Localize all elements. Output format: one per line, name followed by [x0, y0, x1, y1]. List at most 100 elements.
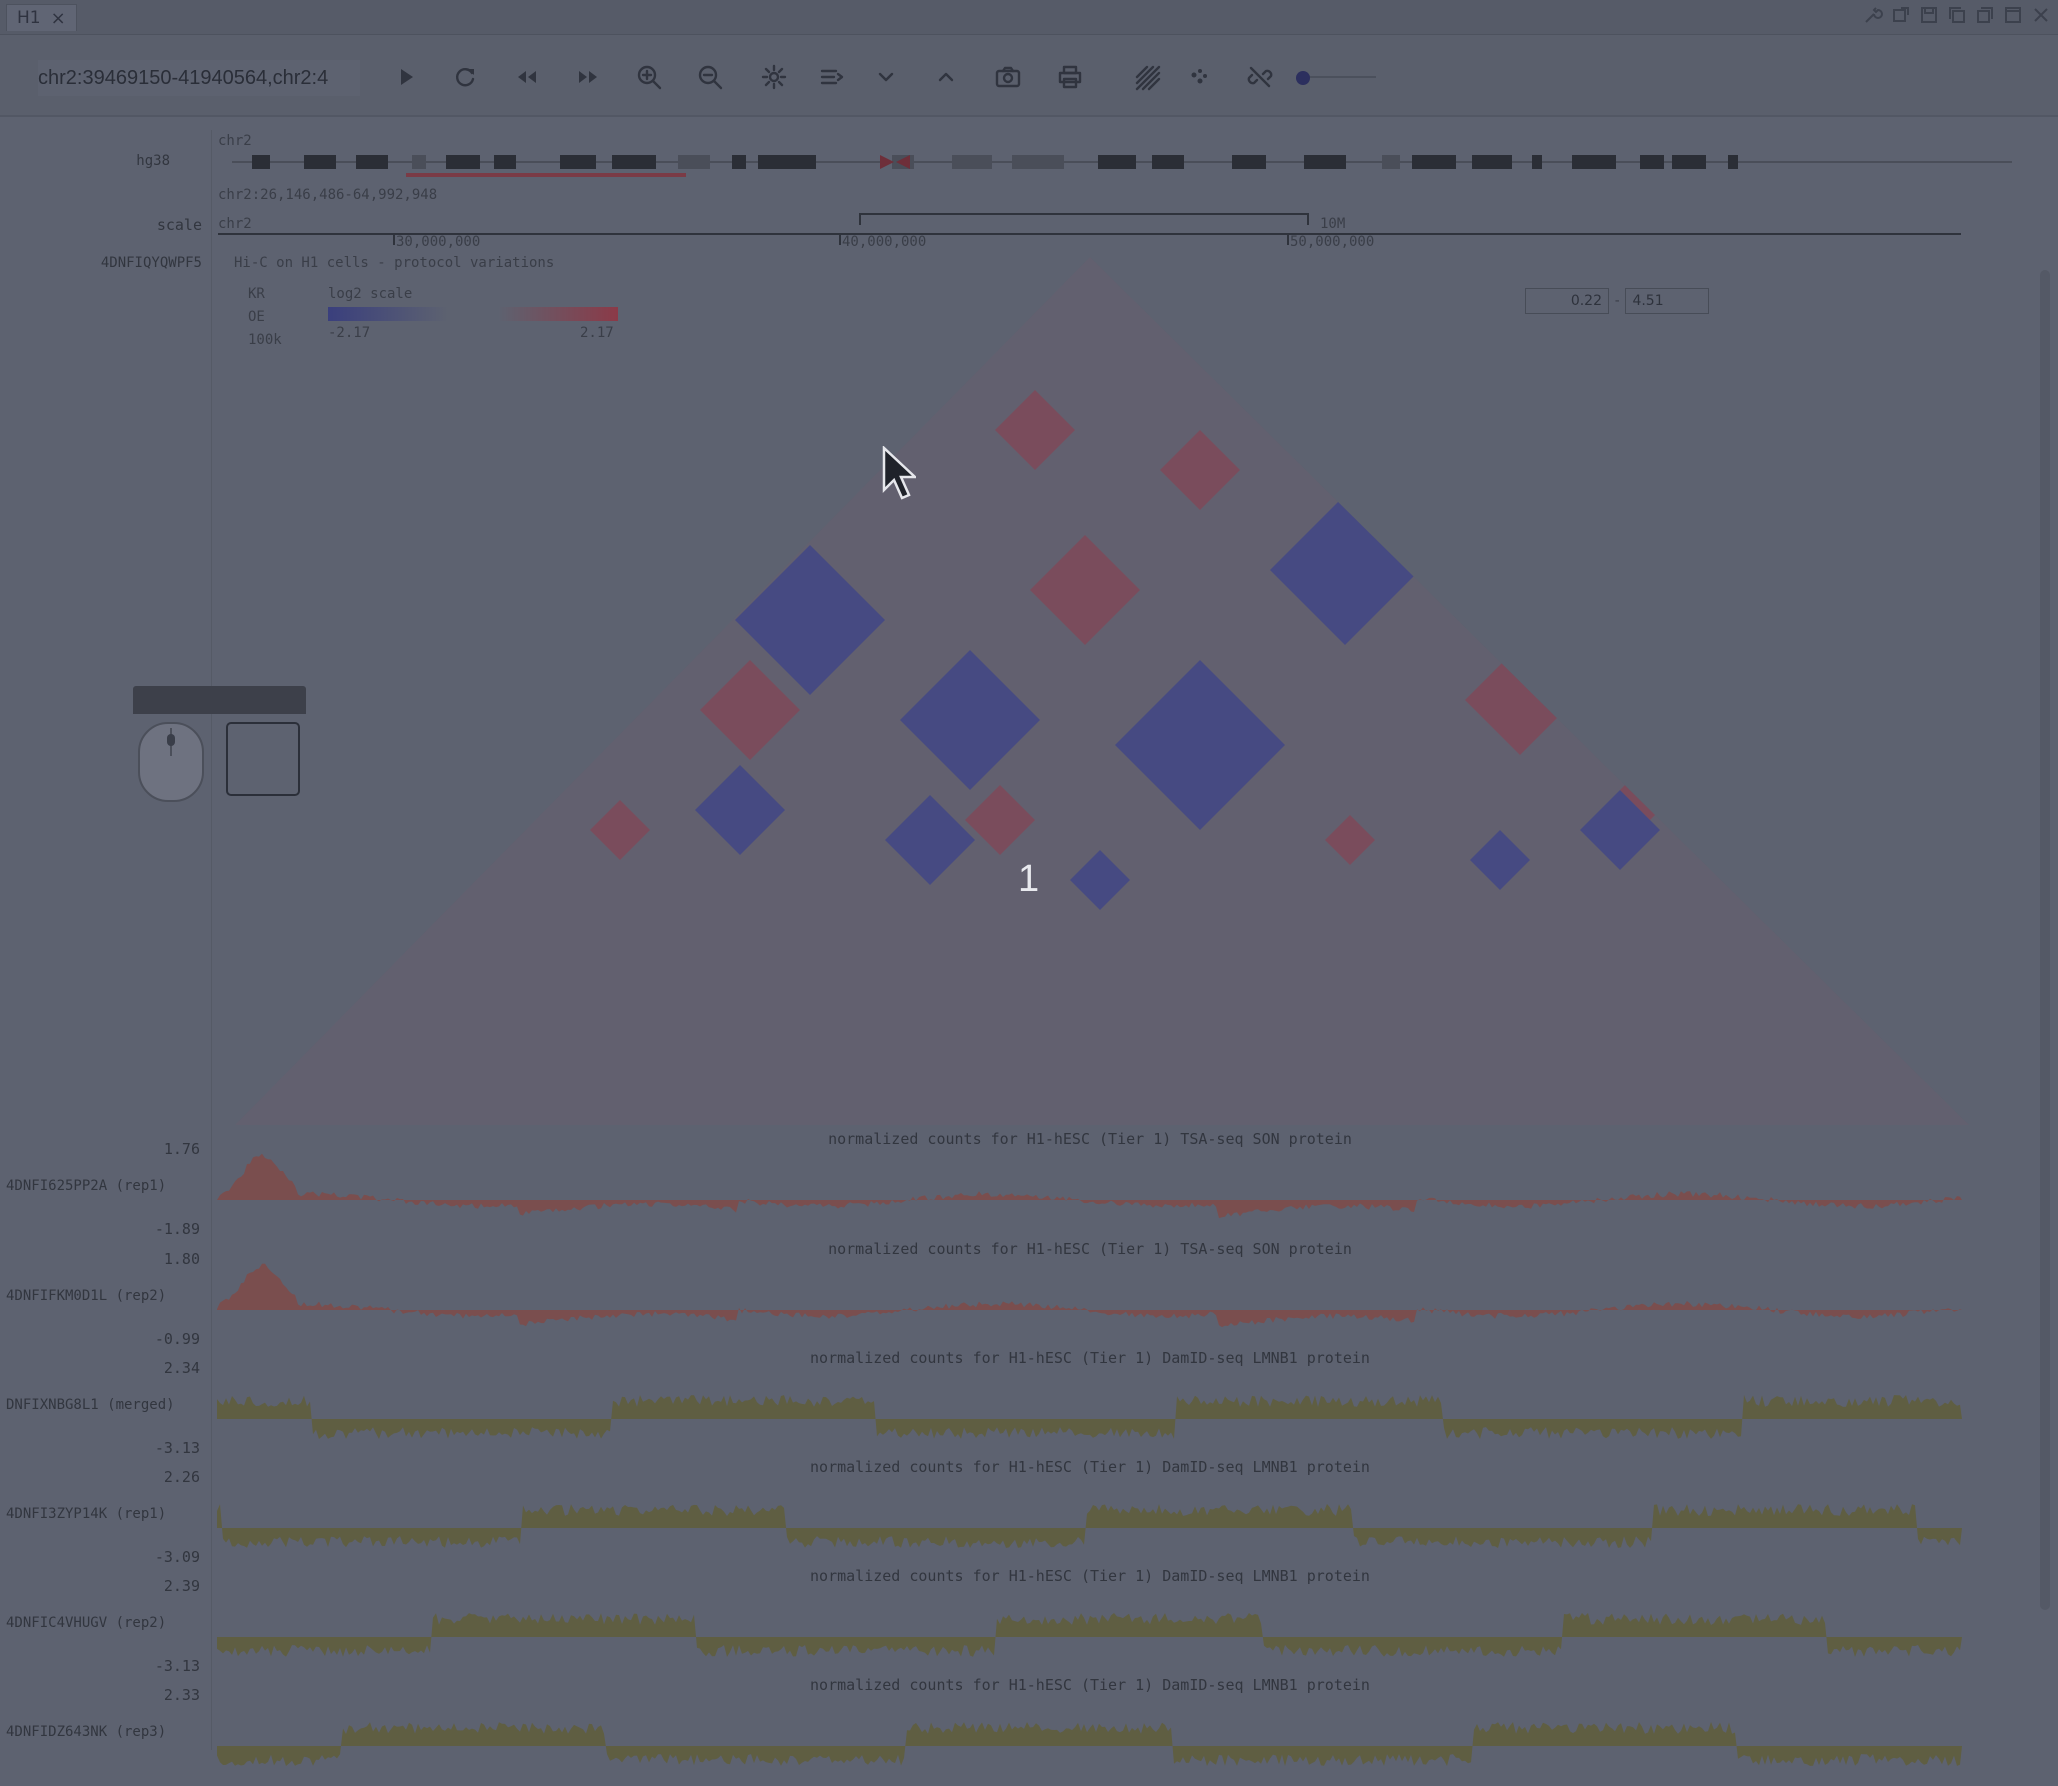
hint-header [133, 686, 306, 714]
signal-track[interactable]: normalized counts for H1-hESC (Tier 1) D… [0, 1567, 1980, 1677]
ideogram-band [1672, 155, 1706, 169]
signal-track-plot [217, 1504, 1962, 1548]
tab-close-icon[interactable]: × [51, 8, 66, 29]
scale-track-label: scale [156, 216, 202, 234]
vertical-scrollbar[interactable] [2040, 270, 2050, 1610]
signal-track-plot [217, 1613, 1962, 1657]
signal-track[interactable]: normalized counts for H1-hESC (Tier 1) D… [0, 1349, 1980, 1459]
location-search-input[interactable] [38, 60, 360, 96]
signal-track-max: 2.34 [163, 1359, 200, 1377]
print-icon[interactable] [1050, 57, 1090, 97]
duplicate-icon[interactable] [1974, 4, 1996, 26]
ideogram-band [1012, 155, 1064, 169]
step-number: 1 [1018, 858, 1040, 900]
zoom-slider-knob[interactable] [1296, 71, 1310, 85]
mouse-cursor-icon [882, 446, 916, 500]
signal-track-name: 4DNFIDZ643NK (rep3) [6, 1724, 167, 1740]
signal-track[interactable]: normalized counts for H1-hESC (Tier 1) T… [0, 1130, 1980, 1240]
chevron-down-icon[interactable] [866, 57, 906, 97]
scale-tick [839, 233, 841, 245]
ideogram-band [1412, 155, 1456, 169]
signal-track-max: 2.39 [163, 1577, 200, 1595]
hic-domain-block [810, 257, 930, 290]
signal-track-min: -3.13 [154, 1439, 200, 1457]
ideogram-band [1304, 155, 1346, 169]
hic-domain-block [450, 735, 540, 825]
signal-track-max: 2.33 [163, 1686, 200, 1704]
scale-tick [393, 233, 395, 245]
hic-domain-block [710, 257, 860, 405]
ideogram-band [412, 155, 426, 169]
ideogram-band [446, 155, 480, 169]
pop-out-icon[interactable] [1890, 4, 1912, 26]
signal-track-name: 4DNFI625PP2A (rep1) [6, 1178, 167, 1194]
ideogram-band [560, 155, 596, 169]
ideogram-band [304, 155, 336, 169]
chromosome-ideogram[interactable] [232, 153, 2012, 171]
scale-tick [1287, 233, 1289, 245]
ideogram-band [758, 155, 816, 169]
signal-track-name: 4DNFI3ZYP14K (rep1) [6, 1506, 167, 1522]
unlink-icon[interactable] [1240, 57, 1280, 97]
scatter-dots-icon[interactable] [1178, 57, 1218, 97]
signal-track[interactable]: normalized counts for H1-hESC (Tier 1) D… [0, 1458, 1980, 1568]
refresh-icon[interactable] [445, 57, 485, 97]
close-icon[interactable] [2030, 4, 2052, 26]
signal-area [217, 1153, 1962, 1219]
signal-track-min: -3.13 [154, 1657, 200, 1675]
zoom-slider[interactable] [1296, 71, 1376, 85]
rewind-icon[interactable] [507, 57, 547, 97]
ideogram-band [612, 155, 656, 169]
ideogram-track-label: hg38 [136, 153, 170, 169]
zoom-in-icon[interactable] [629, 57, 669, 97]
hatch-pattern-icon[interactable] [1127, 57, 1167, 97]
view-tab[interactable]: H1 × [6, 4, 77, 31]
chevron-up-icon[interactable] [926, 57, 966, 97]
hic-triangle [235, 257, 1969, 1125]
ideogram-band [1382, 155, 1400, 169]
signal-track-min: -3.09 [154, 1548, 200, 1566]
ideogram-band [732, 155, 746, 169]
signal-area [217, 1722, 1962, 1766]
camera-icon[interactable] [988, 57, 1028, 97]
signal-track-name: DNFIXNBG8L1 (merged) [6, 1397, 175, 1413]
save-icon[interactable] [1918, 4, 1940, 26]
mouse-icon [138, 722, 204, 802]
ideogram-band [1532, 155, 1542, 169]
signal-track[interactable]: normalized counts for H1-hESC (Tier 1) T… [0, 1240, 1980, 1350]
signal-track-name: 4DNFIFKM0D1L (rep2) [6, 1288, 167, 1304]
copy-icon[interactable] [1946, 4, 1968, 26]
tab-title: H1 [17, 8, 41, 28]
ideogram-band [494, 155, 516, 169]
play-icon[interactable] [386, 57, 426, 97]
signal-track-min: -0.99 [154, 1330, 200, 1348]
fast-forward-icon[interactable] [568, 57, 608, 97]
signal-track-plot [217, 1722, 1962, 1766]
ideogram-band [678, 155, 710, 169]
signal-track[interactable]: normalized counts for H1-hESC (Tier 1) D… [0, 1676, 1980, 1786]
ideogram-band [1728, 155, 1738, 169]
title-bar: H1 × [0, 0, 2058, 35]
scale-bar-label: 10M [1320, 216, 1346, 232]
settings-gear-icon[interactable] [754, 57, 794, 97]
scale-chrom: chr2 [218, 216, 252, 232]
zoom-out-icon[interactable] [690, 57, 730, 97]
wrench-icon[interactable] [1862, 4, 1884, 26]
signal-track-plot [217, 1153, 1962, 1219]
hic-contact-map[interactable] [235, 255, 1969, 1125]
ideogram-band [1572, 155, 1616, 169]
signal-track-plot [217, 1395, 1962, 1439]
ideogram-band [1640, 155, 1664, 169]
signal-area [217, 1395, 1962, 1439]
hic-domain-block [1680, 710, 1840, 870]
scale-bar [859, 213, 1309, 225]
ideogram-band [1152, 155, 1184, 169]
hic-track-id: 4DNFIQYQWPF5 [100, 255, 202, 271]
ideogram-range: chr2:26,146,486-64,992,948 [218, 187, 438, 203]
menu-lines-icon[interactable] [812, 57, 852, 97]
signal-area [217, 1263, 1962, 1328]
maximize-icon[interactable] [2002, 4, 2024, 26]
signal-track-plot [217, 1263, 1962, 1328]
signal-track-max: 2.26 [163, 1468, 200, 1486]
zoom-slider-track [1304, 76, 1376, 78]
